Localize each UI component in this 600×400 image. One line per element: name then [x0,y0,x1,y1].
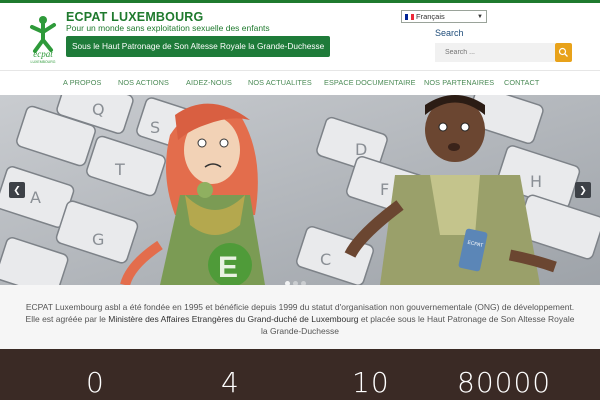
search-icon [558,47,568,57]
hero-slider[interactable]: Q S T A G H D F C E ECPAT ❮ ❯ [0,95,600,285]
svg-text:G: G [92,230,104,249]
svg-text:H: H [530,172,542,191]
nav-item-espace-documentaire[interactable]: ESPACE DOCUMENTAIRE [324,78,416,87]
about-section: ECPAT Luxembourg asbl a été fondée en 19… [0,285,600,349]
nav-item-contact[interactable]: CONTACT [504,78,539,87]
stat-value: 10 [352,366,390,399]
stat-value: 80000 [457,366,552,399]
logo-subtext: LUXEMBOURG [31,60,56,64]
stat-value: 4 [221,366,240,399]
nav-item-a-propos[interactable]: A PROPOS [63,78,102,87]
slider-next-button[interactable]: ❯ [575,182,591,198]
search-input[interactable] [435,43,555,62]
svg-text:A: A [30,188,41,207]
svg-text:F: F [380,180,389,199]
chevron-down-icon: ▼ [477,14,483,20]
logo-text: ecpat [33,49,53,59]
stats-band: 0 4 10 80000 [0,349,600,400]
nav-item-nos-actualites[interactable]: NOS ACTUALITES [248,78,312,87]
site-header: ecpat LUXEMBOURG ECPAT LUXEMBOURG Pour u… [0,3,600,70]
patronage-button[interactable]: Sous le Haut Patronage de Son Altesse Ro… [66,36,331,57]
slider-prev-button[interactable]: ❮ [9,182,25,198]
site-title[interactable]: ECPAT LUXEMBOURG [66,10,203,24]
ecpat-logo[interactable]: ecpat LUXEMBOURG [26,13,60,65]
nav-item-nos-actions[interactable]: NOS ACTIONS [118,78,169,87]
stat-value: 0 [86,366,105,399]
language-selected: Français [416,12,445,21]
hero-illustration: Q S T A G H D F C E ECPAT [0,95,600,285]
ministry-link[interactable]: Ministère des Affaires Etrangères du Gra… [108,314,358,324]
nav-item-aidez-nous[interactable]: AIDEZ-NOUS [186,78,232,87]
site-tagline: Pour un monde sans exploitation sexuelle… [66,23,270,33]
search-label: Search [435,28,464,38]
french-flag-icon [405,14,414,21]
main-nav: A PROPOS NOS ACTIONS AIDEZ-NOUS NOS ACTU… [0,70,600,95]
slider-dots [285,273,309,285]
svg-text:E: E [218,251,238,284]
nav-item-nos-partenaires[interactable]: NOS PARTENAIRES [424,78,494,87]
svg-text:D: D [355,140,367,159]
search-button[interactable] [555,43,572,62]
svg-text:Q: Q [92,100,105,119]
svg-text:C: C [320,250,331,269]
language-select[interactable]: Français ▼ [401,10,487,23]
svg-text:S: S [150,118,160,137]
svg-text:T: T [114,160,125,179]
